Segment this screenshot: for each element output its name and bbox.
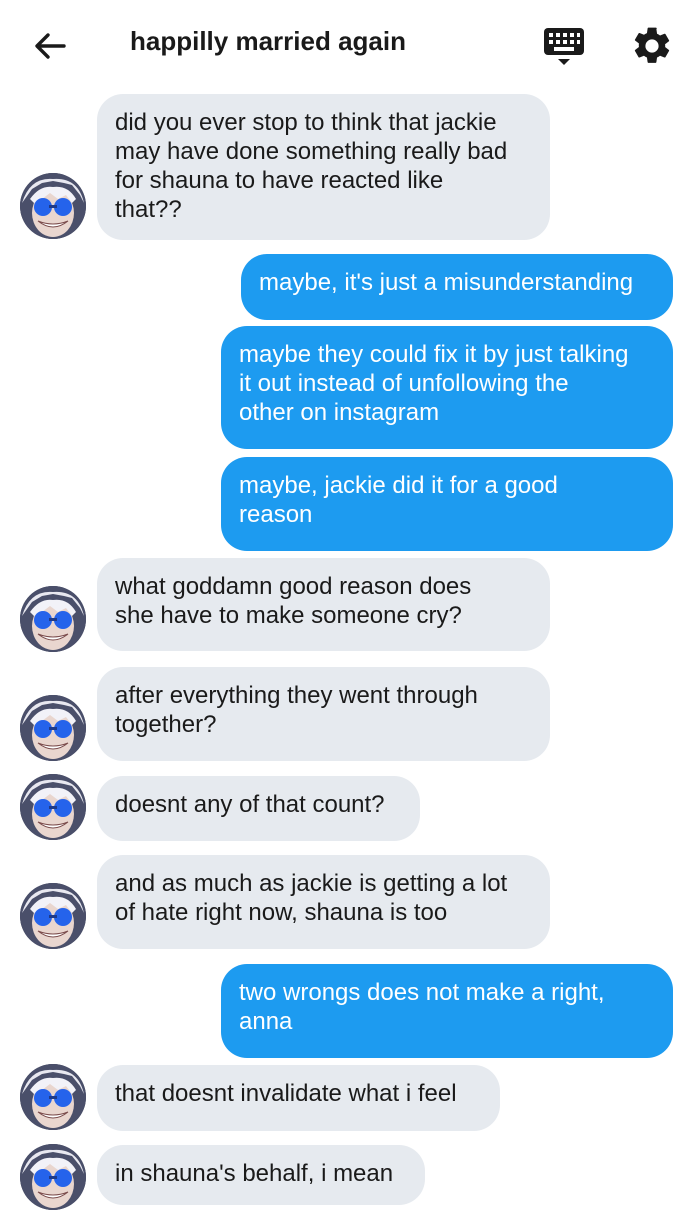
contact-avatar[interactable]: [20, 1144, 86, 1210]
avatar-image: [20, 883, 86, 949]
gear-icon[interactable]: [630, 24, 674, 68]
message-bubble-incoming[interactable]: and as much as jackie is getting a lot o…: [97, 855, 550, 949]
contact-avatar[interactable]: [20, 774, 86, 840]
message-bubble-incoming[interactable]: doesnt any of that count?: [97, 776, 420, 841]
contact-avatar[interactable]: [20, 1064, 86, 1130]
contact-avatar[interactable]: [20, 695, 86, 761]
contact-avatar[interactable]: [20, 586, 86, 652]
message-bubble-outgoing[interactable]: maybe they could fix it by just talking …: [221, 326, 673, 449]
message-bubble-incoming[interactable]: that doesnt invalidate what i feel: [97, 1065, 500, 1131]
avatar-image: [20, 774, 86, 840]
avatar-image: [20, 173, 86, 239]
conversation-header: happilly married again: [0, 0, 686, 90]
avatar-image: [20, 586, 86, 652]
avatar-image: [20, 695, 86, 761]
arrow-left-icon[interactable]: [28, 24, 72, 68]
avatar-image: [20, 1064, 86, 1130]
contact-avatar[interactable]: [20, 173, 86, 239]
message-bubble-incoming[interactable]: after everything they went through toget…: [97, 667, 550, 761]
message-bubble-incoming[interactable]: in shauna's behalf, i mean: [97, 1145, 425, 1205]
message-bubble-incoming[interactable]: what goddamn good reason does she have t…: [97, 558, 550, 651]
message-bubble-outgoing[interactable]: maybe, jackie did it for a good reason: [221, 457, 673, 551]
keyboard-icon[interactable]: [540, 24, 588, 68]
conversation-title: happilly married again: [130, 26, 406, 56]
contact-avatar[interactable]: [20, 883, 86, 949]
message-bubble-outgoing[interactable]: two wrongs does not make a right, anna: [221, 964, 673, 1058]
message-bubble-incoming[interactable]: did you ever stop to think that jackie m…: [97, 94, 550, 240]
message-bubble-outgoing[interactable]: maybe, it's just a misunderstanding: [241, 254, 673, 320]
avatar-image: [20, 1144, 86, 1210]
